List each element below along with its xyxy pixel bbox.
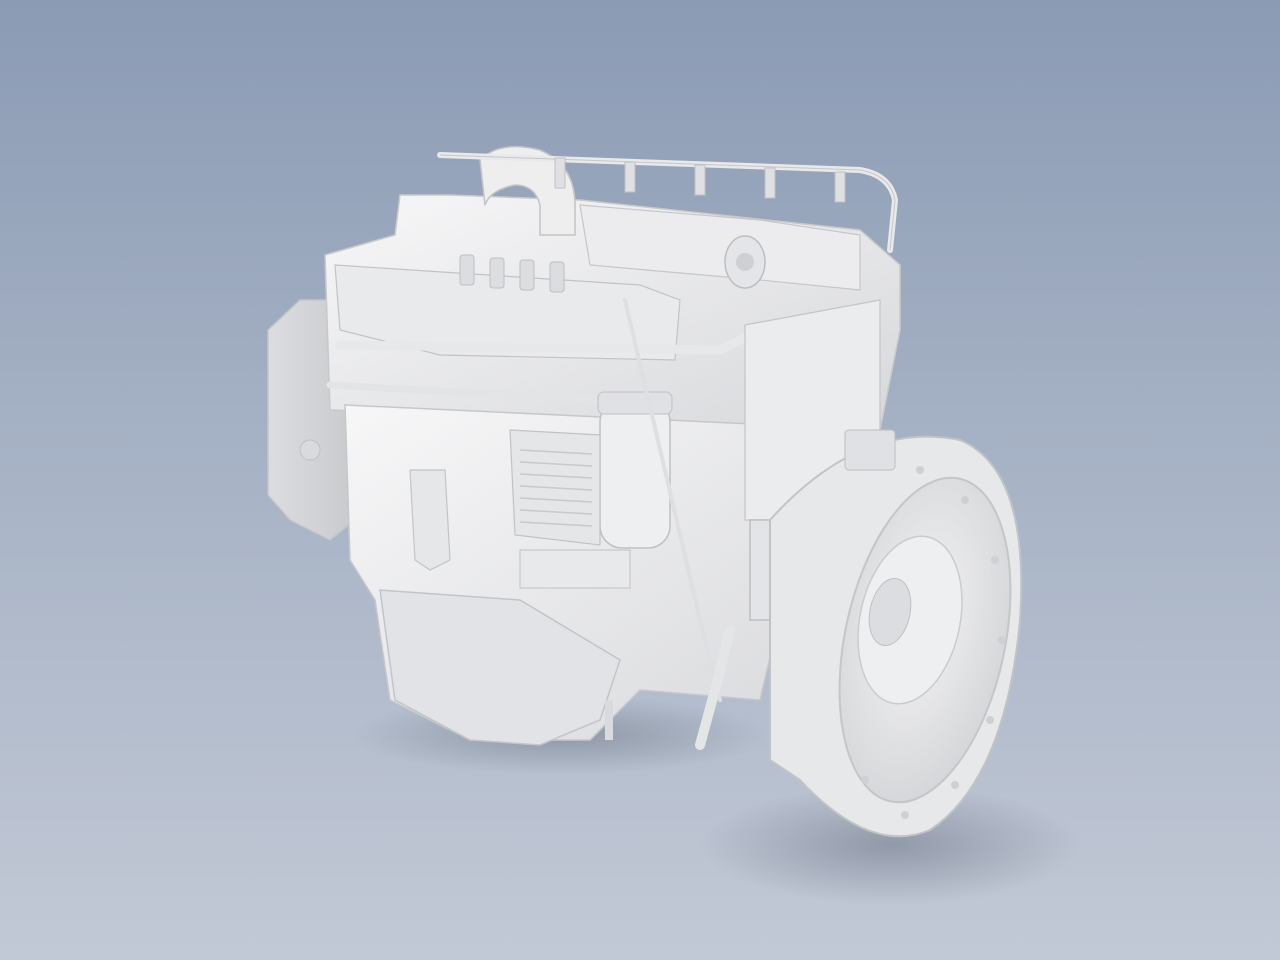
rear-sensor-box: [844, 429, 896, 471]
3d-viewport[interactable]: [0, 0, 1280, 960]
pan-drain-bracket: [605, 700, 613, 740]
engine-render: [267, 145, 1080, 905]
lifting-eye-hole: [736, 253, 754, 271]
ecm-connector: [519, 549, 631, 589]
fuel-filter: [599, 399, 671, 549]
fuel-filter-head: [597, 391, 673, 415]
oil-filler: [409, 469, 451, 571]
injector-row: [554, 157, 846, 203]
front-cover-bolt: [299, 439, 321, 461]
